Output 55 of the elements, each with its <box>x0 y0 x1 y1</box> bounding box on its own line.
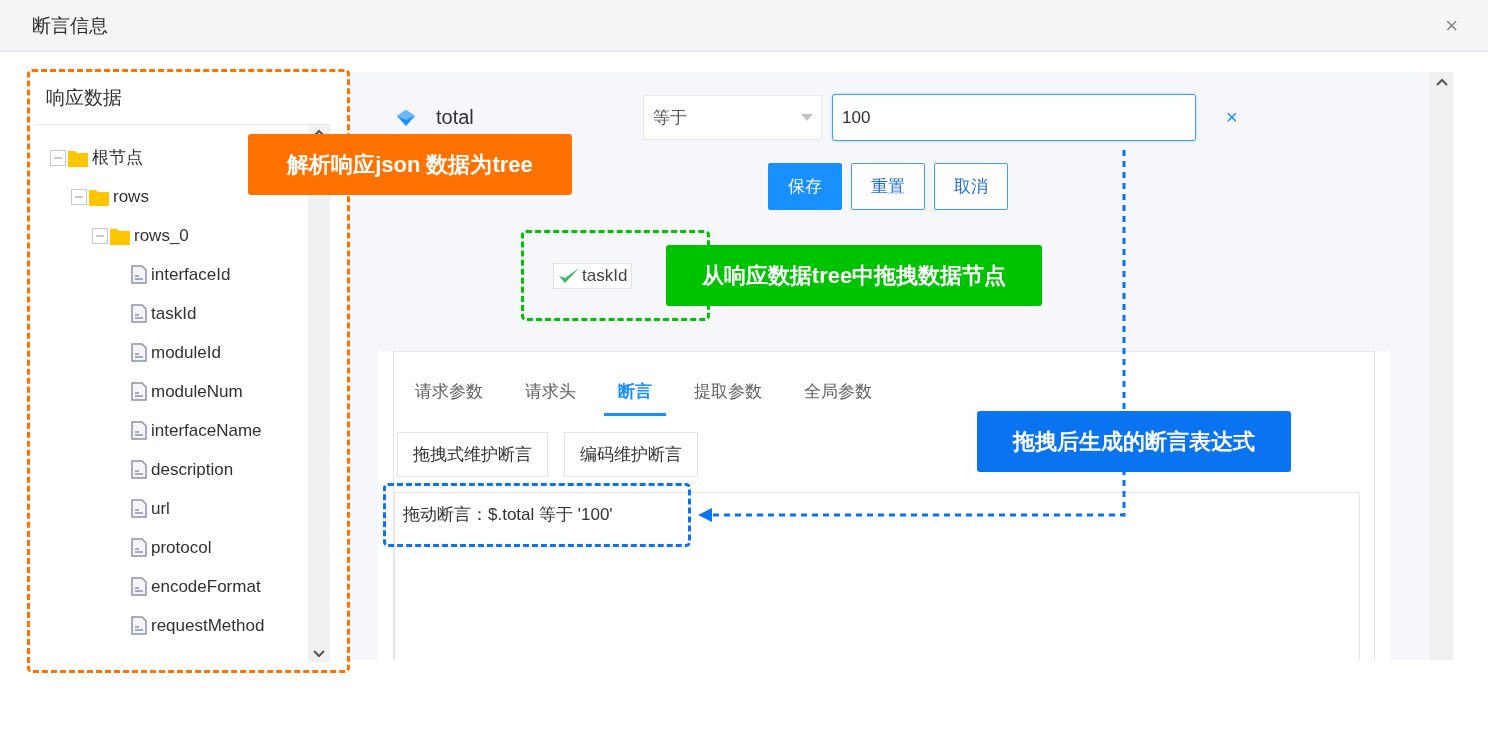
file-icon <box>131 616 147 635</box>
dragged-node[interactable]: taskId <box>553 263 633 289</box>
assertion-area[interactable]: 拖动断言：$.total 等于 '100' <box>394 491 1360 660</box>
collapse-icon[interactable] <box>50 149 66 166</box>
tab[interactable]: 请求参数 <box>401 379 497 416</box>
assertion-text: 拖动断言：$.total 等于 '100' <box>403 504 613 524</box>
file-icon <box>131 421 147 440</box>
callout-label: 拖拽后生成的断言表达式 <box>977 411 1291 472</box>
scrollbar[interactable] <box>1430 72 1453 660</box>
file-icon <box>131 499 147 518</box>
field-name: total <box>436 106 475 129</box>
check-icon <box>558 267 580 285</box>
tree-node-label[interactable]: interfaceName <box>151 420 262 441</box>
tree-node-label[interactable]: url <box>151 498 170 519</box>
panel-title: 响应数据 <box>46 86 122 110</box>
tree-node-label[interactable]: taskId <box>151 303 197 324</box>
tree-node-label[interactable]: rows <box>113 186 149 207</box>
dialog-title: 断言信息 <box>32 13 108 38</box>
scroll-down-icon[interactable] <box>313 650 325 658</box>
mode-button[interactable]: 拖拽式维护断言 <box>397 431 548 477</box>
file-icon <box>131 382 147 401</box>
tree-node-label[interactable]: requestMethod <box>151 615 265 636</box>
value-input[interactable]: 100 <box>832 94 1196 141</box>
file-icon <box>131 265 147 284</box>
tree-node-label[interactable]: rows_0 <box>134 225 189 246</box>
folder-icon <box>110 226 130 245</box>
tree-node-label[interactable]: protocol <box>151 537 212 558</box>
callout-label: 解析响应json 数据为tree <box>248 134 572 195</box>
callout-label: 从响应数据tree中拖拽数据节点 <box>666 245 1042 306</box>
diamond-icon <box>396 108 416 127</box>
file-icon <box>131 304 147 323</box>
collapse-icon[interactable] <box>92 227 108 244</box>
file-icon <box>131 343 147 362</box>
scrollbar[interactable] <box>308 125 330 662</box>
mode-button[interactable]: 编码维护断言 <box>564 431 698 477</box>
collapse-icon[interactable] <box>71 188 87 205</box>
tree-node-label[interactable]: 根节点 <box>92 146 143 169</box>
dropdown-caret-icon <box>801 114 813 121</box>
tree-node-label[interactable]: moduleNum <box>151 381 243 402</box>
file-icon <box>131 538 147 557</box>
action-button[interactable]: 取消 <box>934 163 1008 210</box>
file-icon <box>131 577 147 596</box>
action-button[interactable]: 重置 <box>851 163 925 210</box>
tree-node-label[interactable]: encodeFormat <box>151 576 261 597</box>
tab[interactable]: 请求头 <box>511 379 590 416</box>
operator-select[interactable]: 等于 <box>643 95 822 140</box>
folder-icon <box>89 187 109 206</box>
folder-icon <box>68 148 88 167</box>
scroll-up-icon[interactable] <box>1435 78 1448 86</box>
tab[interactable]: 提取参数 <box>680 379 776 416</box>
tab[interactable]: 全局参数 <box>790 379 886 416</box>
tree-node-label[interactable]: moduleId <box>151 342 221 363</box>
tree-node-label[interactable]: interfaceId <box>151 264 231 285</box>
file-icon <box>131 460 147 479</box>
tree-node-label[interactable]: description <box>151 459 234 480</box>
